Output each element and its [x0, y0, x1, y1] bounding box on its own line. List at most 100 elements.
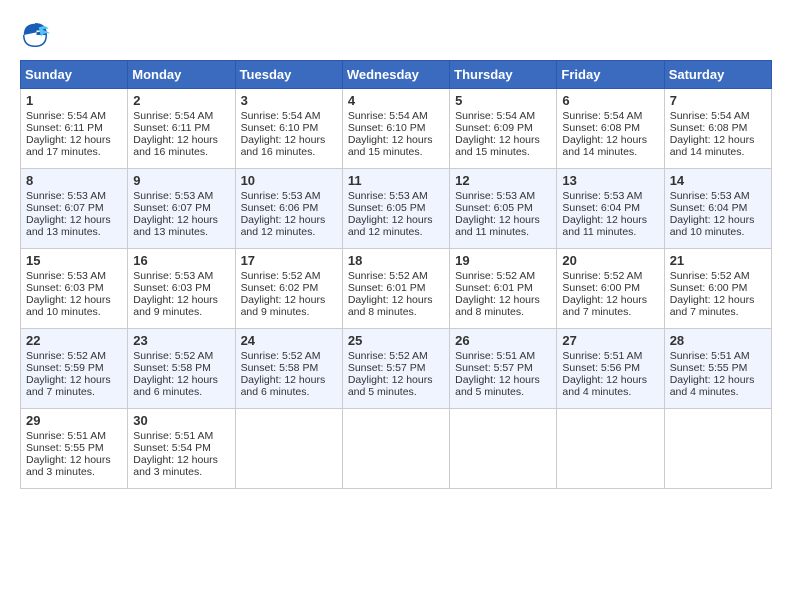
calendar-cell: 29 Sunrise: 5:51 AM Sunset: 5:55 PM Dayl… — [21, 409, 128, 489]
day-number: 13 — [562, 173, 658, 188]
daylight-label: Daylight: 12 hours and 13 minutes. — [26, 214, 111, 238]
daylight-label: Daylight: 12 hours and 8 minutes. — [348, 294, 433, 318]
calendar-cell — [450, 409, 557, 489]
calendar-cell: 8 Sunrise: 5:53 AM Sunset: 6:07 PM Dayli… — [21, 169, 128, 249]
daylight-label: Daylight: 12 hours and 10 minutes. — [670, 214, 755, 238]
sunrise-label: Sunrise: 5:51 AM — [562, 350, 642, 362]
sunrise-label: Sunrise: 5:51 AM — [26, 430, 106, 442]
sunrise-label: Sunrise: 5:53 AM — [26, 190, 106, 202]
daylight-label: Daylight: 12 hours and 3 minutes. — [133, 454, 218, 478]
calendar-week-row: 15 Sunrise: 5:53 AM Sunset: 6:03 PM Dayl… — [21, 249, 772, 329]
general-blue-logo-icon — [20, 20, 50, 50]
sunset-label: Sunset: 6:10 PM — [348, 122, 426, 134]
sunset-label: Sunset: 6:10 PM — [241, 122, 319, 134]
day-number: 21 — [670, 253, 766, 268]
sunset-label: Sunset: 6:07 PM — [26, 202, 104, 214]
sunrise-label: Sunrise: 5:53 AM — [241, 190, 321, 202]
sunrise-label: Sunrise: 5:53 AM — [455, 190, 535, 202]
daylight-label: Daylight: 12 hours and 14 minutes. — [562, 134, 647, 158]
calendar-cell: 11 Sunrise: 5:53 AM Sunset: 6:05 PM Dayl… — [342, 169, 449, 249]
daylight-label: Daylight: 12 hours and 4 minutes. — [670, 374, 755, 398]
daylight-label: Daylight: 12 hours and 13 minutes. — [133, 214, 218, 238]
sunrise-label: Sunrise: 5:53 AM — [133, 190, 213, 202]
daylight-label: Daylight: 12 hours and 10 minutes. — [26, 294, 111, 318]
calendar-cell: 2 Sunrise: 5:54 AM Sunset: 6:11 PM Dayli… — [128, 89, 235, 169]
sunrise-label: Sunrise: 5:52 AM — [133, 350, 213, 362]
daylight-label: Daylight: 12 hours and 9 minutes. — [133, 294, 218, 318]
day-number: 28 — [670, 333, 766, 348]
sunset-label: Sunset: 5:59 PM — [26, 362, 104, 374]
calendar-cell: 16 Sunrise: 5:53 AM Sunset: 6:03 PM Dayl… — [128, 249, 235, 329]
sunset-label: Sunset: 6:08 PM — [562, 122, 640, 134]
day-number: 18 — [348, 253, 444, 268]
daylight-label: Daylight: 12 hours and 16 minutes. — [133, 134, 218, 158]
sunrise-label: Sunrise: 5:53 AM — [670, 190, 750, 202]
sunset-label: Sunset: 6:03 PM — [26, 282, 104, 294]
column-header-tuesday: Tuesday — [235, 61, 342, 89]
daylight-label: Daylight: 12 hours and 12 minutes. — [241, 214, 326, 238]
calendar-cell: 15 Sunrise: 5:53 AM Sunset: 6:03 PM Dayl… — [21, 249, 128, 329]
sunset-label: Sunset: 6:05 PM — [455, 202, 533, 214]
column-header-thursday: Thursday — [450, 61, 557, 89]
daylight-label: Daylight: 12 hours and 11 minutes. — [455, 214, 540, 238]
calendar-cell — [664, 409, 771, 489]
day-number: 19 — [455, 253, 551, 268]
sunrise-label: Sunrise: 5:54 AM — [670, 110, 750, 122]
calendar-cell: 7 Sunrise: 5:54 AM Sunset: 6:08 PM Dayli… — [664, 89, 771, 169]
calendar-cell: 30 Sunrise: 5:51 AM Sunset: 5:54 PM Dayl… — [128, 409, 235, 489]
calendar-cell: 24 Sunrise: 5:52 AM Sunset: 5:58 PM Dayl… — [235, 329, 342, 409]
sunset-label: Sunset: 6:05 PM — [348, 202, 426, 214]
sunset-label: Sunset: 6:04 PM — [670, 202, 748, 214]
sunset-label: Sunset: 5:54 PM — [133, 442, 211, 454]
daylight-label: Daylight: 12 hours and 11 minutes. — [562, 214, 647, 238]
calendar-week-row: 1 Sunrise: 5:54 AM Sunset: 6:11 PM Dayli… — [21, 89, 772, 169]
sunrise-label: Sunrise: 5:51 AM — [455, 350, 535, 362]
sunset-label: Sunset: 5:57 PM — [455, 362, 533, 374]
daylight-label: Daylight: 12 hours and 7 minutes. — [562, 294, 647, 318]
day-number: 24 — [241, 333, 337, 348]
day-number: 7 — [670, 93, 766, 108]
calendar-week-row: 22 Sunrise: 5:52 AM Sunset: 5:59 PM Dayl… — [21, 329, 772, 409]
daylight-label: Daylight: 12 hours and 7 minutes. — [26, 374, 111, 398]
daylight-label: Daylight: 12 hours and 4 minutes. — [562, 374, 647, 398]
sunset-label: Sunset: 5:56 PM — [562, 362, 640, 374]
day-number: 27 — [562, 333, 658, 348]
day-number: 25 — [348, 333, 444, 348]
sunset-label: Sunset: 6:03 PM — [133, 282, 211, 294]
sunset-label: Sunset: 6:08 PM — [670, 122, 748, 134]
sunrise-label: Sunrise: 5:52 AM — [562, 270, 642, 282]
calendar-cell: 23 Sunrise: 5:52 AM Sunset: 5:58 PM Dayl… — [128, 329, 235, 409]
calendar-cell: 17 Sunrise: 5:52 AM Sunset: 6:02 PM Dayl… — [235, 249, 342, 329]
sunrise-label: Sunrise: 5:52 AM — [348, 350, 428, 362]
day-number: 2 — [133, 93, 229, 108]
daylight-label: Daylight: 12 hours and 16 minutes. — [241, 134, 326, 158]
day-number: 9 — [133, 173, 229, 188]
sunset-label: Sunset: 6:09 PM — [455, 122, 533, 134]
sunrise-label: Sunrise: 5:53 AM — [133, 270, 213, 282]
calendar-cell: 25 Sunrise: 5:52 AM Sunset: 5:57 PM Dayl… — [342, 329, 449, 409]
day-number: 4 — [348, 93, 444, 108]
sunrise-label: Sunrise: 5:53 AM — [348, 190, 428, 202]
sunset-label: Sunset: 6:01 PM — [348, 282, 426, 294]
day-number: 30 — [133, 413, 229, 428]
calendar-cell — [557, 409, 664, 489]
calendar-cell: 28 Sunrise: 5:51 AM Sunset: 5:55 PM Dayl… — [664, 329, 771, 409]
daylight-label: Daylight: 12 hours and 5 minutes. — [455, 374, 540, 398]
calendar-cell: 4 Sunrise: 5:54 AM Sunset: 6:10 PM Dayli… — [342, 89, 449, 169]
day-number: 16 — [133, 253, 229, 268]
sunset-label: Sunset: 6:11 PM — [26, 122, 103, 134]
day-number: 23 — [133, 333, 229, 348]
sunrise-label: Sunrise: 5:51 AM — [133, 430, 213, 442]
sunrise-label: Sunrise: 5:52 AM — [26, 350, 106, 362]
sunset-label: Sunset: 6:07 PM — [133, 202, 211, 214]
calendar-week-row: 29 Sunrise: 5:51 AM Sunset: 5:55 PM Dayl… — [21, 409, 772, 489]
sunrise-label: Sunrise: 5:52 AM — [670, 270, 750, 282]
sunset-label: Sunset: 5:58 PM — [133, 362, 211, 374]
daylight-label: Daylight: 12 hours and 6 minutes. — [241, 374, 326, 398]
logo — [20, 20, 54, 50]
page-header — [20, 20, 772, 50]
column-header-monday: Monday — [128, 61, 235, 89]
sunset-label: Sunset: 5:55 PM — [26, 442, 104, 454]
sunrise-label: Sunrise: 5:51 AM — [670, 350, 750, 362]
calendar-cell: 22 Sunrise: 5:52 AM Sunset: 5:59 PM Dayl… — [21, 329, 128, 409]
